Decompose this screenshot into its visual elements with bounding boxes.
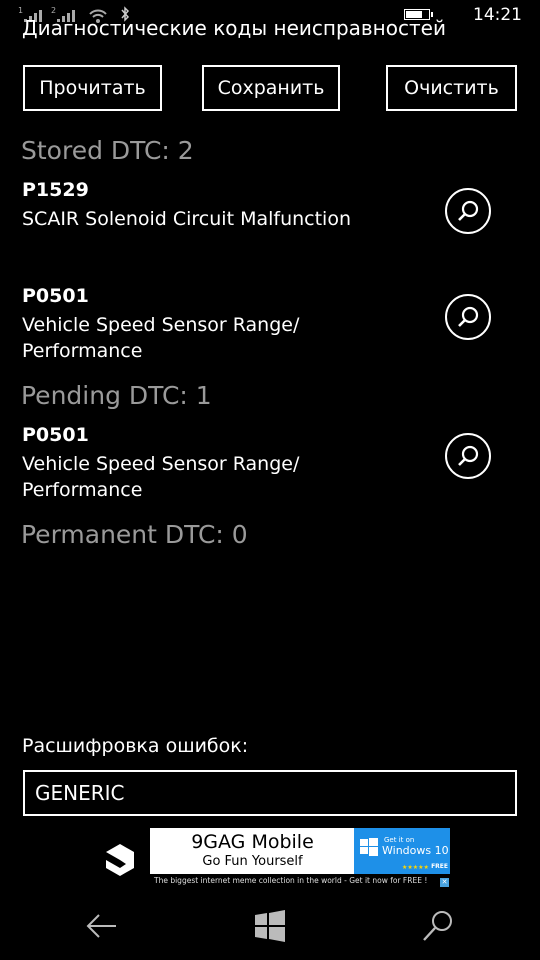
dtc-description: Vehicle Speed Sensor Range/ Performance xyxy=(22,453,300,501)
decoding-select[interactable]: GENERIC xyxy=(23,770,517,816)
search-icon xyxy=(458,200,479,221)
dtc-description: Vehicle Speed Sensor Range/ Performance xyxy=(22,314,300,362)
read-button[interactable]: Прочитать xyxy=(23,65,162,111)
free-label: FREE xyxy=(431,863,448,870)
store-line2: Windows 10 xyxy=(382,844,449,857)
sim2-label: 2 xyxy=(51,6,57,15)
clear-button[interactable]: Очистить xyxy=(386,65,517,111)
stored-dtc-header: Stored DTC: 2 xyxy=(21,136,194,165)
permanent-dtc-header: Permanent DTC: 0 xyxy=(21,520,248,549)
dtc-lookup-button[interactable] xyxy=(445,294,491,340)
search-icon[interactable] xyxy=(418,906,458,946)
navigation-bar xyxy=(0,892,540,960)
store-badge[interactable]: Get it on Windows 10 ★★★★★ FREE xyxy=(354,828,450,874)
dtc-code: P0501 xyxy=(22,424,89,446)
ad-title: 9GAG Mobile xyxy=(191,831,314,853)
dtc-code: P1529 xyxy=(22,179,89,201)
dtc-lookup-button[interactable] xyxy=(445,433,491,479)
save-button[interactable]: Сохранить xyxy=(202,65,340,111)
rating-stars-icon: ★★★★★ xyxy=(402,864,429,871)
windows-logo-icon xyxy=(360,838,378,856)
dtc-description: SCAIR Solenoid Circuit Malfunction xyxy=(22,208,351,230)
ad-subtitle: Go Fun Yourself xyxy=(202,854,303,869)
ad-tagline: The biggest internet meme collection in … xyxy=(154,876,428,885)
9gag-logo-icon xyxy=(106,844,134,876)
ad-close-icon[interactable]: ✕ xyxy=(440,878,449,887)
page-title: Диагностические коды неисправностей xyxy=(22,16,446,40)
sim1-label: 1 xyxy=(18,6,24,15)
store-line1: Get it on xyxy=(384,836,415,844)
clock: 14:21 xyxy=(473,5,522,25)
search-icon xyxy=(458,306,479,327)
pending-dtc-header: Pending DTC: 1 xyxy=(21,381,212,410)
dtc-lookup-button[interactable] xyxy=(445,188,491,234)
decoding-label: Расшифровка ошибок: xyxy=(22,735,249,757)
ad-banner[interactable]: 9GAG Mobile Go Fun Yourself Get it on Wi… xyxy=(100,828,452,888)
ad-text-box: 9GAG Mobile Go Fun Yourself xyxy=(150,828,355,874)
dtc-code: P0501 xyxy=(22,285,89,307)
windows-start-icon[interactable] xyxy=(250,906,290,946)
back-icon[interactable] xyxy=(82,906,122,946)
search-icon xyxy=(458,445,479,466)
